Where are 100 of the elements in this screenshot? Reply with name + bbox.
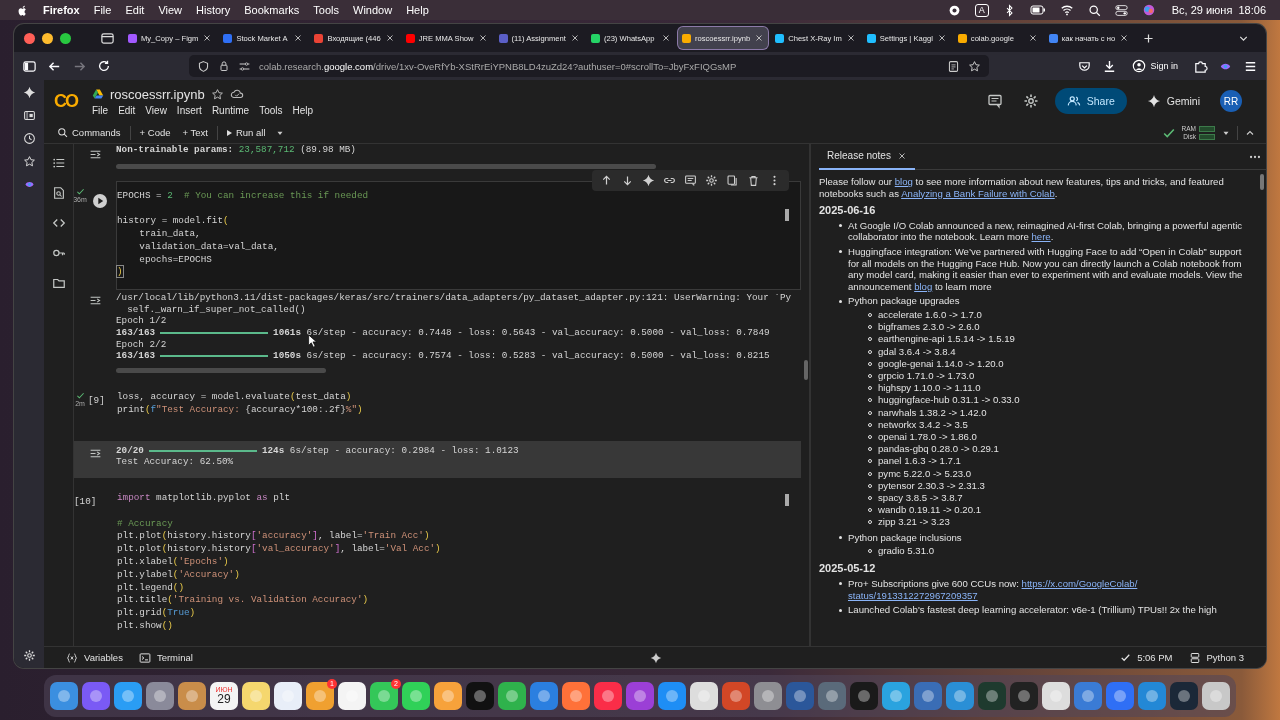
wallet-icon[interactable]	[22, 109, 36, 122]
close-icon[interactable]	[293, 33, 304, 43]
run-cell-button[interactable]	[92, 192, 108, 209]
app-icon[interactable]	[1042, 682, 1070, 710]
app-icon[interactable]	[498, 682, 526, 710]
app-menu[interactable]: Firefox	[43, 4, 80, 16]
menu-item[interactable]: Help	[292, 104, 314, 116]
colab-logo[interactable]: CO	[54, 90, 84, 112]
menu-item[interactable]: Tools	[259, 104, 283, 116]
app-icon[interactable]	[658, 682, 686, 710]
link[interactable]: here	[1031, 231, 1051, 243]
bookmark-star-icon[interactable]	[22, 155, 36, 168]
history-icon[interactable]	[22, 132, 36, 145]
search-icon[interactable]	[1087, 3, 1101, 17]
terminal-button[interactable]: Terminal	[138, 651, 193, 664]
app-icon[interactable]	[562, 682, 590, 710]
app-icon[interactable]	[1202, 682, 1230, 710]
app-icon[interactable]	[402, 682, 430, 710]
input-source-indicator[interactable]: A	[974, 3, 989, 17]
window-control[interactable]	[24, 32, 35, 44]
app-icon[interactable]	[178, 682, 206, 710]
close-icon[interactable]	[477, 33, 488, 43]
panel-tab[interactable]: Release notes	[819, 143, 915, 170]
code-icon[interactable]	[51, 216, 66, 230]
settings-icon[interactable]	[1022, 93, 1039, 109]
menu-item[interactable]: View	[158, 4, 183, 16]
close-icon[interactable]	[660, 33, 671, 43]
variables-button[interactable]: Variables	[66, 651, 123, 664]
menu-item[interactable]: Window	[353, 4, 393, 16]
close-icon[interactable]	[936, 33, 947, 43]
comment-icon[interactable]	[986, 93, 1003, 109]
folder-icon[interactable]	[51, 276, 66, 290]
settings-icon[interactable]	[22, 649, 36, 662]
share-button[interactable]: Share	[1054, 88, 1127, 114]
reader-view-icon[interactable]	[947, 59, 960, 73]
horizontal-scrollbar[interactable]	[116, 163, 656, 169]
menu-item[interactable]: Help	[406, 4, 429, 16]
window-control[interactable]	[60, 32, 71, 44]
vertical-scrollbar[interactable]	[804, 360, 808, 380]
menu-bar-clock[interactable]: Вс, 29 июня 18:06	[1171, 4, 1266, 16]
app-icon[interactable]	[242, 682, 270, 710]
editor-scrollbar[interactable]	[785, 493, 789, 506]
move-up-icon[interactable]	[600, 173, 613, 187]
account-avatar[interactable]: RR	[1220, 90, 1242, 112]
menu-item[interactable]: Edit	[125, 4, 145, 16]
close-icon[interactable]	[569, 33, 580, 43]
menu-item[interactable]: Bookmarks	[244, 4, 300, 16]
window-control[interactable]	[42, 32, 53, 44]
comment-icon[interactable]	[684, 173, 697, 187]
app-icon[interactable]	[882, 682, 910, 710]
output-toggle-icon[interactable]	[88, 148, 102, 161]
app-icon[interactable]	[82, 682, 110, 710]
app-icon[interactable]	[530, 682, 558, 710]
app-icon[interactable]	[146, 682, 174, 710]
app-icon[interactable]	[50, 682, 78, 710]
close-icon[interactable]	[202, 33, 213, 43]
menu-item[interactable]: View	[145, 104, 167, 116]
extensions-icon[interactable]	[1193, 58, 1208, 74]
commands-button[interactable]: Commands	[54, 125, 124, 140]
sparkle-icon[interactable]	[642, 173, 655, 187]
last-run-status[interactable]: 5:06 PM	[1120, 652, 1173, 663]
menu-item[interactable]: Edit	[118, 104, 136, 116]
code-editor[interactable]: EPOCHS = 2 # You can increase this if needed history = model.fit( train_data, validation_data=val_data, epochs=EPOCHS )	[116, 180, 801, 291]
close-icon[interactable]	[1027, 33, 1038, 43]
app-icon[interactable]	[434, 682, 462, 710]
menu-item[interactable]: History	[196, 4, 231, 16]
siri-icon[interactable]	[1141, 3, 1156, 17]
close-icon[interactable]	[384, 33, 395, 43]
delete-icon[interactable]	[747, 173, 760, 187]
vertical-scrollbar[interactable]	[1260, 174, 1264, 190]
link[interactable]: blog	[894, 176, 913, 187]
editor-scrollbar[interactable]	[785, 208, 789, 221]
find-icon[interactable]	[51, 186, 66, 200]
address-bar[interactable]: colab.research.google.com/drive/1xv-OveRfYb-XStRrEiYPNB8LD4zuZd24?authuser=0#scrollTo=JbyFxFIQGsMP	[189, 55, 989, 77]
sign-in-button[interactable]: Sign in	[1127, 57, 1183, 75]
app-icon[interactable]	[754, 682, 782, 710]
menu-item[interactable]: File	[92, 104, 109, 116]
notebook-title[interactable]: roscoessrr.ipynb	[110, 86, 205, 102]
move-down-icon[interactable]	[621, 173, 634, 187]
gemini-button[interactable]: Gemini	[1138, 88, 1208, 114]
menu-item[interactable]: Insert	[176, 104, 202, 116]
menu-item[interactable]: Tools	[313, 4, 339, 16]
menu-item[interactable]: File	[93, 4, 112, 16]
shield-icon[interactable]	[197, 59, 210, 73]
sparkle-icon[interactable]	[22, 86, 36, 99]
close-icon[interactable]	[1119, 33, 1130, 43]
link[interactable]: status/1913312272967209357	[848, 589, 978, 601]
new-tab-icon[interactable]	[1142, 31, 1156, 45]
table-of-contents-icon[interactable]	[51, 156, 66, 170]
link[interactable]: Analyzing a Bank Failure with Colab	[901, 187, 1055, 199]
app-icon[interactable]	[690, 682, 718, 710]
add-code-button[interactable]: + Code	[136, 125, 174, 140]
settings-icon[interactable]	[705, 173, 718, 187]
sparkle-icon[interactable]	[650, 651, 663, 664]
tab-list-icon[interactable]	[100, 30, 115, 46]
close-icon[interactable]	[896, 150, 907, 161]
horizontal-scrollbar[interactable]	[116, 367, 326, 373]
app-icon[interactable]	[274, 682, 302, 710]
lock-icon[interactable]	[218, 60, 230, 72]
copy-icon[interactable]	[726, 173, 739, 187]
